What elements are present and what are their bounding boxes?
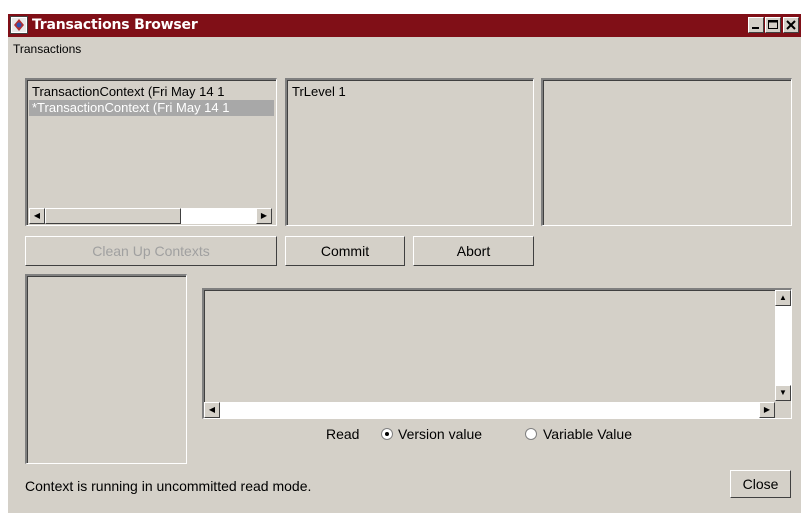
contexts-hscrollbar[interactable]: ◀ ▶: [29, 208, 272, 224]
close-icon: [786, 20, 796, 30]
value-text-area[interactable]: ▲ ▼ ◀ ▶: [202, 288, 792, 419]
close-window-button[interactable]: [783, 17, 799, 33]
maximize-button[interactable]: [765, 17, 781, 33]
clean-up-contexts-button[interactable]: Clean Up Contexts: [25, 236, 277, 266]
scroll-right-icon[interactable]: ▶: [256, 208, 272, 224]
read-label: Read: [326, 426, 360, 442]
minimize-button[interactable]: [748, 17, 764, 33]
close-button[interactable]: Close: [730, 470, 791, 498]
menu-transactions[interactable]: Transactions: [13, 42, 81, 56]
scroll-up-icon[interactable]: ▲: [775, 290, 791, 306]
menu-bar: Transactions: [8, 37, 801, 59]
scroll-thumb[interactable]: [45, 208, 181, 224]
version-value-radio[interactable]: [381, 428, 393, 440]
scroll-left-icon[interactable]: ◀: [29, 208, 45, 224]
scroll-left-icon[interactable]: ◀: [204, 402, 220, 418]
list-item-selected[interactable]: *TransactionContext (Fri May 14 1: [29, 100, 274, 116]
maximize-icon: [768, 20, 778, 29]
scroll-right-icon[interactable]: ▶: [759, 402, 775, 418]
transactions-browser-window: Transactions Browser Transactions Transa…: [8, 14, 801, 513]
levels-list[interactable]: TrLevel 1: [285, 78, 534, 226]
variable-value-label[interactable]: Variable Value: [543, 426, 632, 442]
vertical-scrollbar[interactable]: ▲ ▼: [775, 290, 791, 401]
details-panel: [541, 78, 792, 226]
variable-value-radio[interactable]: [525, 428, 537, 440]
horizontal-scrollbar[interactable]: ◀ ▶: [204, 402, 775, 418]
radio-selected-dot: [385, 432, 389, 436]
contexts-list[interactable]: TransactionContext (Fri May 14 1 *Transa…: [25, 78, 277, 226]
title-bar[interactable]: Transactions Browser: [8, 14, 801, 37]
lower-left-panel: [25, 274, 187, 464]
abort-button[interactable]: Abort: [413, 236, 534, 266]
app-icon[interactable]: [10, 16, 28, 34]
scroll-down-icon[interactable]: ▼: [775, 385, 791, 401]
commit-button[interactable]: Commit: [285, 236, 405, 266]
minimize-icon: [752, 27, 759, 29]
list-item[interactable]: TrLevel 1: [289, 84, 532, 100]
version-value-label[interactable]: Version value: [398, 426, 482, 442]
list-item[interactable]: TransactionContext (Fri May 14 1: [29, 84, 274, 100]
window-title: Transactions Browser: [32, 17, 198, 33]
status-text: Context is running in uncommitted read m…: [25, 478, 312, 494]
